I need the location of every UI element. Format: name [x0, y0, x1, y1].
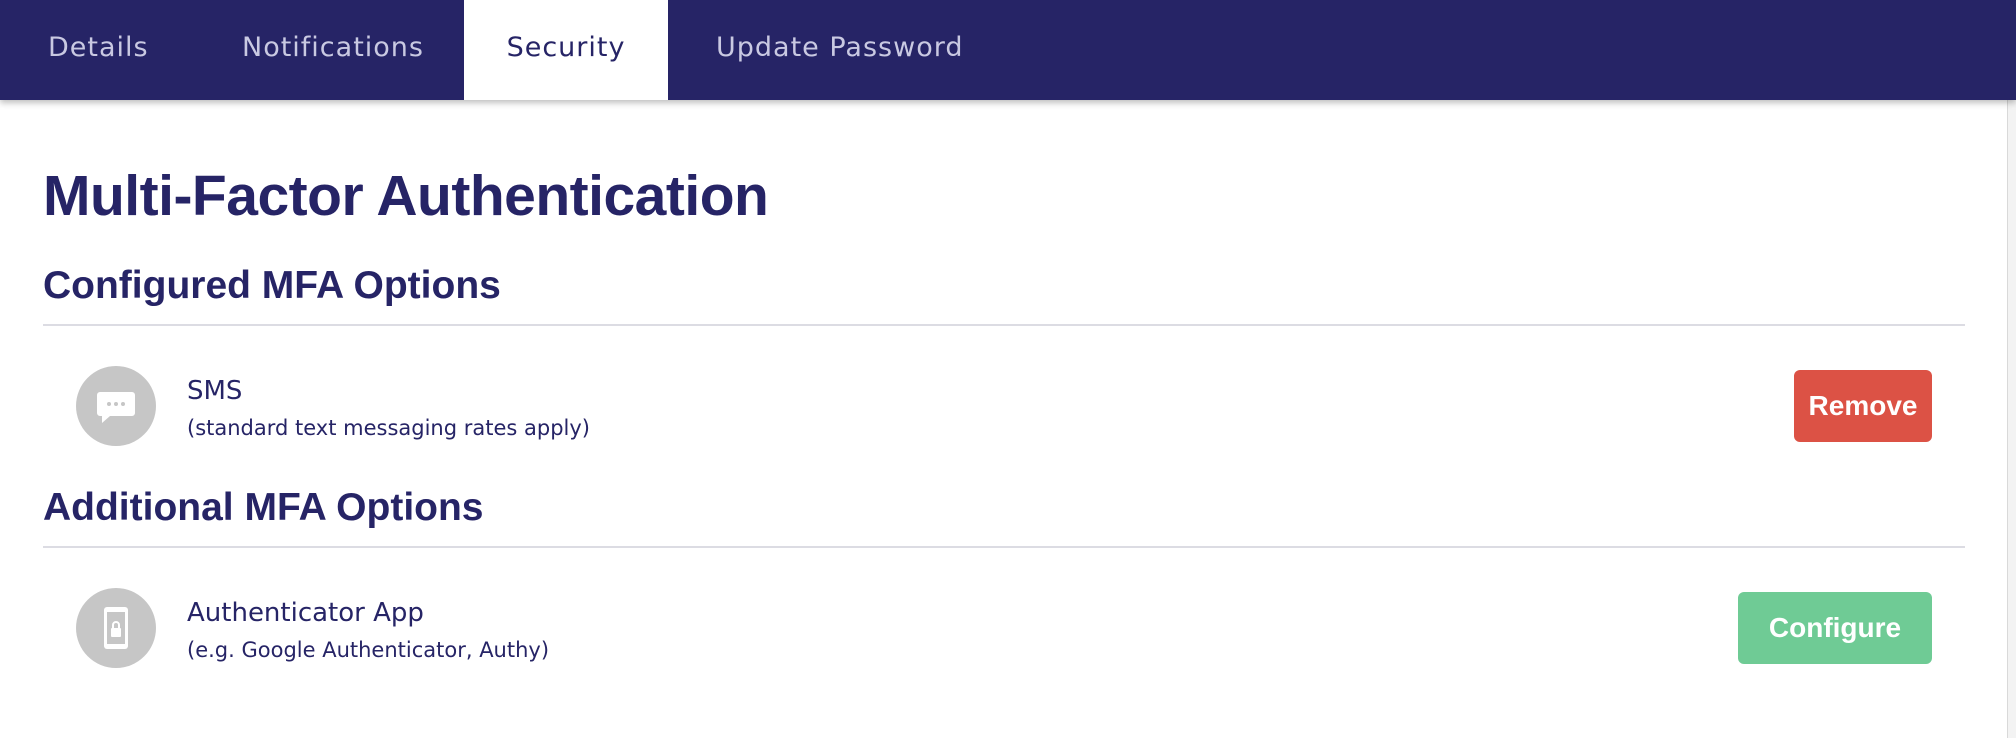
mfa-option-note: (e.g. Google Authenticator, Authy) [187, 638, 550, 662]
tab-bar: Details Notifications Security Update Pa… [0, 0, 2016, 100]
section-divider [43, 546, 1965, 548]
configure-authenticator-button[interactable]: Configure [1738, 592, 1932, 664]
additional-mfa-heading: Additional MFA Options [43, 486, 484, 529]
panel-edge [2007, 100, 2016, 738]
phone-lock-icon [76, 588, 156, 668]
tab-update-password[interactable]: Update Password [716, 0, 963, 100]
tab-notifications[interactable]: Notifications [242, 0, 424, 100]
chat-bubble-icon [76, 366, 156, 446]
mfa-option-name: SMS [187, 376, 243, 406]
tab-details[interactable]: Details [48, 0, 149, 100]
configured-mfa-heading: Configured MFA Options [43, 264, 501, 307]
section-divider [43, 324, 1965, 326]
remove-sms-button[interactable]: Remove [1794, 370, 1932, 442]
page-title: Multi-Factor Authentication [43, 164, 769, 228]
mfa-option-name: Authenticator App [187, 598, 424, 628]
mfa-option-note: (standard text messaging rates apply) [187, 416, 590, 440]
security-page: Details Notifications Security Update Pa… [0, 0, 2016, 738]
tab-security[interactable]: Security [464, 0, 668, 100]
